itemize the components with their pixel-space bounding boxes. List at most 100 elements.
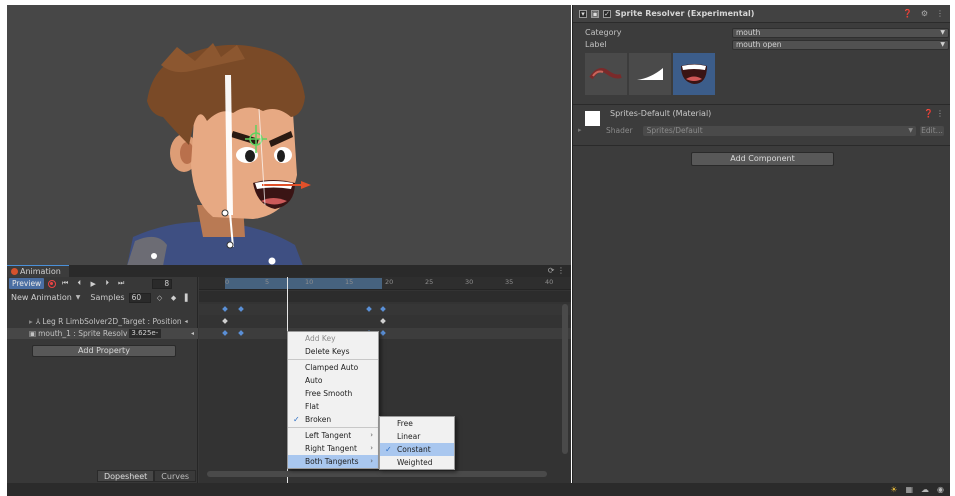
prev-key-icon[interactable]: ⏴ xyxy=(74,279,84,288)
material-title: Sprites-Default (Material) xyxy=(610,109,712,118)
account-icon[interactable]: ◉ xyxy=(937,485,944,494)
next-key-icon[interactable]: ⏵ xyxy=(102,279,112,288)
shader-label: Shader xyxy=(606,126,633,135)
property-menu-icon[interactable]: ◂ xyxy=(191,330,194,337)
label-dropdown[interactable]: mouth open ▼ xyxy=(732,39,949,50)
event-marker-icon[interactable]: ▌ xyxy=(183,294,193,302)
inspector-panel: ▾ ▣ ✓ Sprite Resolver (Experimental) ❓ ⚙… xyxy=(572,5,950,483)
property-label: mouth_1 : Sprite Resolv xyxy=(38,329,128,338)
material-foldout-icon[interactable]: ▸ xyxy=(578,126,582,134)
settings-icon[interactable]: ⚙ xyxy=(921,9,928,18)
menu-item-left-tangent[interactable]: Left Tangent › xyxy=(288,429,378,442)
label-value: mouth open xyxy=(736,39,782,49)
material-help-icon[interactable]: ❓ ⋮ xyxy=(923,109,944,118)
tab-dopesheet[interactable]: Dopesheet xyxy=(97,470,155,482)
menu-item-both-tangents[interactable]: Both Tangents › xyxy=(288,455,378,468)
add-keyframe-icon[interactable]: ◇ xyxy=(155,294,165,302)
property-value-field[interactable]: 3.625e- xyxy=(129,329,162,338)
frame-field[interactable]: 8 xyxy=(152,278,173,289)
property-row-leg[interactable]: ▸ ⅄ Leg R LimbSolver2D_Target : Position… xyxy=(7,316,198,327)
tick-label: 10 xyxy=(305,278,314,286)
sprite-thumbnails xyxy=(585,53,715,95)
submenu-item-linear[interactable]: Linear xyxy=(380,430,454,443)
tangent-submenu: Free Linear ✓ Constant Weighted xyxy=(379,416,455,470)
submenu-item-weighted[interactable]: Weighted xyxy=(380,456,454,469)
sprite-thumb-mouth-closed[interactable] xyxy=(585,53,627,95)
clip-dropdown[interactable]: New Animation xyxy=(11,293,72,302)
dropdown-arrow-icon: ▼ xyxy=(940,28,945,36)
status-bar: ☀ ▦ ☁ ◉ xyxy=(7,483,950,496)
material-preview[interactable] xyxy=(585,111,600,126)
shader-row: Shader Sprites/Default ▼ Edit... xyxy=(606,125,944,136)
first-key-icon[interactable]: ⏮ xyxy=(60,279,70,288)
property-row-mouth[interactable]: ▣ mouth_1 : Sprite Resolv 3.625e- ◂ xyxy=(7,328,198,339)
transform-icon: ⅄ xyxy=(35,317,41,326)
vertical-scrollbar[interactable] xyxy=(562,304,568,454)
animation-icon xyxy=(11,268,18,275)
cloud-icon[interactable]: ☁ xyxy=(921,485,929,494)
last-key-icon[interactable]: ⏭ xyxy=(116,279,126,288)
tab-animation[interactable]: Animation xyxy=(7,265,69,277)
submenu-item-constant[interactable]: ✓ Constant xyxy=(380,443,454,456)
category-value: mouth xyxy=(736,27,761,37)
enable-checkbox[interactable]: ✓ xyxy=(603,9,611,18)
property-menu-icon[interactable]: ◂ xyxy=(185,318,188,325)
samples-field[interactable]: 60 xyxy=(128,292,151,303)
event-row[interactable] xyxy=(199,291,571,302)
menu-item-auto[interactable]: Auto xyxy=(288,374,378,387)
tick-label: 0 xyxy=(225,278,230,286)
sprite-thumb-mouth-smile[interactable] xyxy=(629,53,671,95)
tick-label: 35 xyxy=(505,278,514,286)
property-label: Leg R LimbSolver2D_Target : Position xyxy=(42,317,182,326)
submenu-arrow-icon: › xyxy=(370,444,373,452)
tab-menu-icon[interactable]: ⟳ ⋮ xyxy=(548,266,565,275)
add-property-button[interactable]: Add Property xyxy=(32,345,176,357)
preview-button[interactable]: Preview xyxy=(9,278,45,289)
tick-label: 5 xyxy=(265,278,270,286)
shader-edit-button[interactable]: Edit... xyxy=(920,125,944,136)
category-dropdown[interactable]: mouth ▼ xyxy=(732,27,949,38)
tick-label: 40 xyxy=(545,278,554,286)
submenu-item-free[interactable]: Free xyxy=(380,417,454,430)
scene-view[interactable] xyxy=(7,5,571,266)
shader-dropdown[interactable]: Sprites/Default ▼ xyxy=(642,125,916,136)
add-component-button[interactable]: Add Component xyxy=(691,152,834,166)
component-icon: ▣ xyxy=(591,9,599,18)
menu-item-add-key: Add Key xyxy=(305,334,336,343)
samples-label: Samples xyxy=(90,293,125,302)
record-icon[interactable] xyxy=(48,279,57,288)
tick-label: 15 xyxy=(345,278,354,286)
sprite-thumb-mouth-open[interactable] xyxy=(673,53,715,95)
tick-label: 25 xyxy=(425,278,434,286)
tick-label: 20 xyxy=(385,278,394,286)
foldout-icon[interactable]: ▾ xyxy=(579,9,587,18)
dropdown-arrow-icon: ▼ xyxy=(940,40,945,48)
more-icon[interactable]: ⋮ xyxy=(936,9,944,18)
menu-separator xyxy=(288,359,378,360)
horizontal-scrollbar[interactable] xyxy=(207,471,547,477)
lightbulb-icon[interactable]: ☀ xyxy=(890,485,897,494)
menu-item-clamped-auto[interactable]: Clamped Auto xyxy=(288,361,378,374)
checkmark-icon: ✓ xyxy=(293,415,300,424)
shader-value: Sprites/Default xyxy=(646,125,703,135)
add-event-icon[interactable]: ◆ xyxy=(169,294,179,302)
category-row: Category mouth ▼ xyxy=(585,27,949,38)
view-tabs: Dopesheet Curves xyxy=(97,470,197,482)
play-icon[interactable]: ▶ xyxy=(88,280,98,288)
dropdown-arrow-icon: ▼ xyxy=(75,294,81,301)
ruler-highlight xyxy=(225,278,382,289)
tick-label: 30 xyxy=(465,278,474,286)
component-header[interactable]: ▾ ▣ ✓ Sprite Resolver (Experimental) ❓ ⚙… xyxy=(573,5,950,23)
expand-arrow-icon[interactable]: ▸ xyxy=(29,317,33,326)
tab-curves[interactable]: Curves xyxy=(154,470,197,482)
menu-item-free-smooth[interactable]: Free Smooth xyxy=(288,387,378,400)
menu-item-right-tangent[interactable]: Right Tangent › xyxy=(288,442,378,455)
collab-icon[interactable]: ▦ xyxy=(905,485,913,494)
category-label: Category xyxy=(585,28,622,37)
menu-item-flat[interactable]: Flat xyxy=(288,400,378,413)
time-ruler[interactable]: 0 5 10 15 20 25 30 35 40 xyxy=(199,277,571,290)
help-icon[interactable]: ❓ xyxy=(903,9,913,18)
checkmark-icon: ✓ xyxy=(385,445,392,454)
menu-item-delete-keys[interactable]: Delete Keys xyxy=(288,345,378,358)
menu-item-broken[interactable]: ✓ Broken xyxy=(288,413,378,426)
